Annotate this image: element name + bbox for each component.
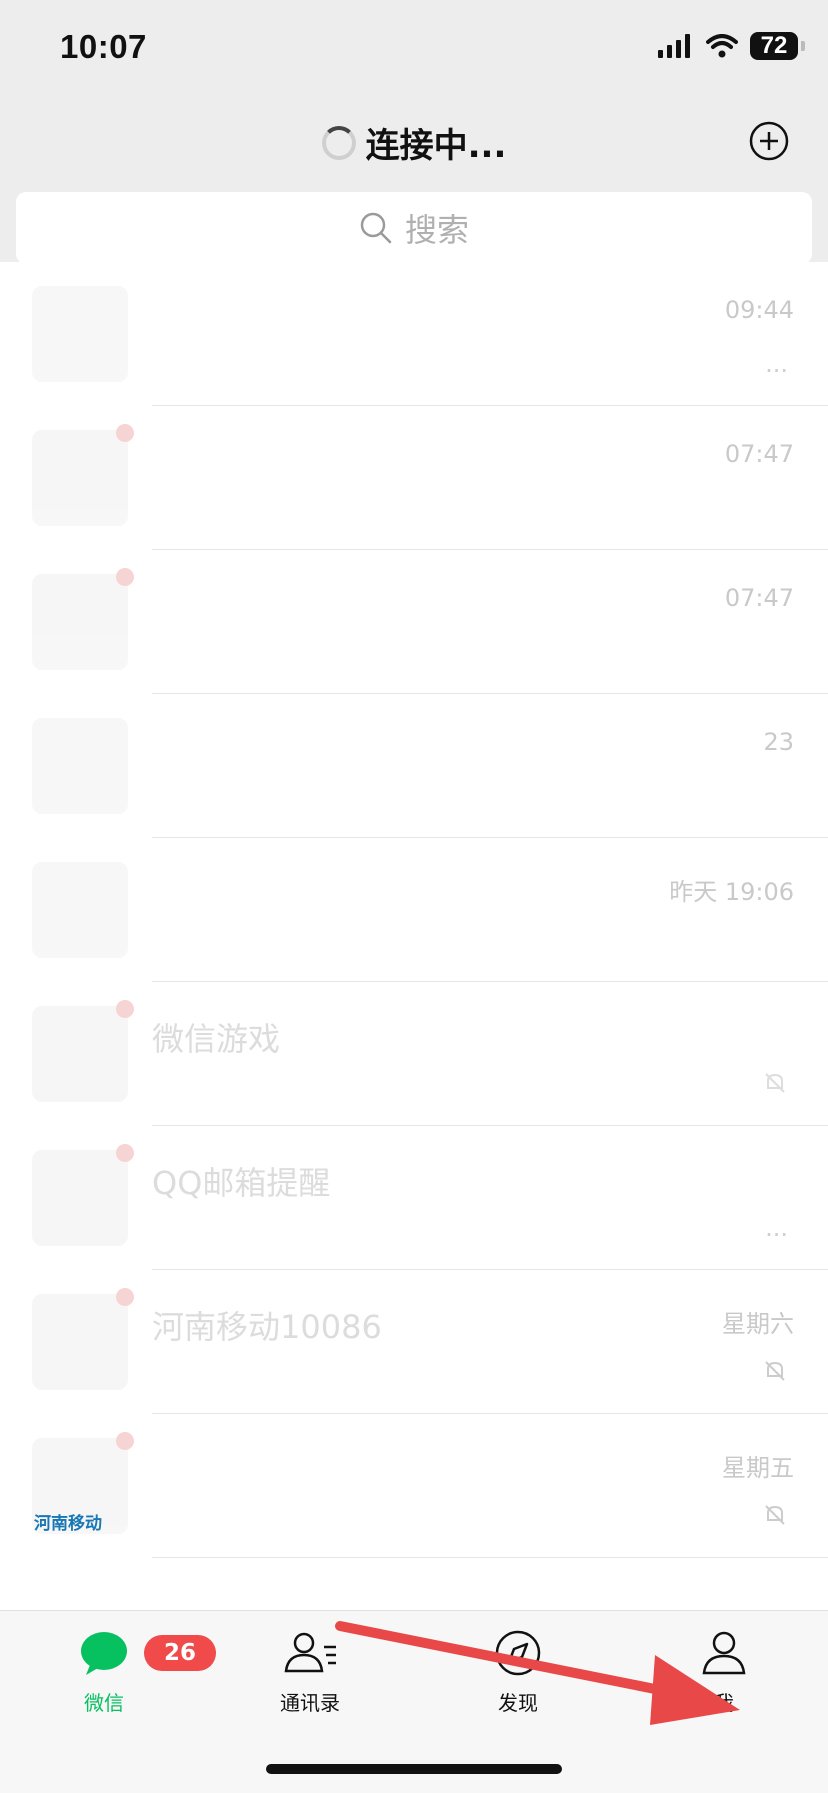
chat-time: 07:47: [724, 440, 794, 468]
chat-time: 07:47: [724, 584, 794, 612]
unread-dot: [116, 424, 134, 442]
status-icons: 72: [658, 32, 805, 60]
home-indicator: [266, 1764, 562, 1774]
tab-discover[interactable]: 发现: [448, 1629, 588, 1716]
chat-name: QQ邮箱提醒: [152, 1164, 331, 1202]
unread-dot: [116, 1432, 134, 1450]
add-plus-icon[interactable]: [748, 120, 790, 162]
chat-bubble-icon: [81, 1632, 127, 1675]
chat-time: 星期五: [722, 1454, 794, 1482]
chat-time: 星期六: [722, 1310, 794, 1338]
tab-me[interactable]: 我: [654, 1629, 794, 1716]
avatar: [32, 718, 128, 814]
unread-dot: [116, 1288, 134, 1306]
more-dots: ...: [765, 350, 788, 378]
muted-bell-icon: [765, 1073, 785, 1093]
chat-row[interactable]: 07:47: [0, 550, 828, 694]
chat-name: 微信游戏: [152, 1020, 281, 1058]
avatar: [32, 1144, 134, 1246]
tab-label: 发现: [498, 1691, 538, 1715]
chat-name: 河南移动10086: [152, 1308, 382, 1346]
avatar: [32, 424, 134, 526]
chat-row[interactable]: 23: [0, 694, 828, 838]
loading-spinner-icon: [321, 125, 356, 160]
more-dots: ...: [765, 1214, 788, 1242]
chat-row[interactable]: 07:47: [0, 406, 828, 550]
chat-row[interactable]: 昨天 19:06: [0, 838, 828, 982]
wifi-icon: [706, 34, 738, 58]
tab-chats[interactable]: 微信 26: [34, 1629, 216, 1716]
status-time: 10:07: [60, 28, 147, 65]
tab-contacts[interactable]: 通讯录: [240, 1629, 380, 1716]
unread-badge: 26: [144, 1635, 216, 1671]
signal-icon: [658, 34, 690, 58]
avatar: [32, 862, 128, 958]
avatar: [32, 1288, 134, 1390]
search-input[interactable]: 搜索: [16, 192, 812, 264]
search-placeholder: 搜索: [404, 211, 469, 249]
avatar: [32, 1000, 134, 1102]
tab-label: 我: [714, 1691, 734, 1715]
muted-bell-icon: [765, 1505, 785, 1525]
unread-dot: [116, 1144, 134, 1162]
page-title: 连接中...: [0, 118, 828, 167]
avatar: [32, 568, 134, 670]
tab-label: 微信: [84, 1691, 124, 1715]
unread-dot: [116, 568, 134, 586]
contacts-icon: [284, 1632, 336, 1673]
chat-row[interactable]: 09:44 ...: [0, 262, 828, 406]
chat-list: 09:44 ... 07:47 07:47 23 昨天 19:06 微信游戏 Q…: [0, 262, 828, 1610]
person-icon: [702, 1631, 746, 1675]
chat-row[interactable]: 河南移动10086 星期六: [0, 1270, 828, 1414]
chat-time: 23: [763, 728, 794, 756]
chat-time: 09:44: [724, 296, 794, 324]
battery-indicator: 72: [750, 32, 805, 60]
status-bar: 10:07 72: [0, 0, 828, 100]
unread-dot: [116, 1000, 134, 1018]
carrier-logo: 河南移动: [34, 1514, 102, 1534]
chat-row[interactable]: QQ邮箱提醒 ...: [0, 1126, 828, 1270]
page-title-text: 连接中...: [365, 126, 507, 166]
chat-time: 昨天 19:06: [669, 878, 794, 906]
divider: [152, 1557, 828, 1558]
nav-header: 连接中...: [0, 100, 828, 188]
chat-row[interactable]: 河南移动 星期五: [0, 1414, 828, 1558]
avatar: [32, 286, 128, 382]
search-icon: [360, 212, 392, 244]
compass-icon: [495, 1630, 541, 1676]
tab-label: 通讯录: [280, 1691, 340, 1715]
muted-bell-icon: [765, 1361, 785, 1381]
chat-row[interactable]: 微信游戏: [0, 982, 828, 1126]
